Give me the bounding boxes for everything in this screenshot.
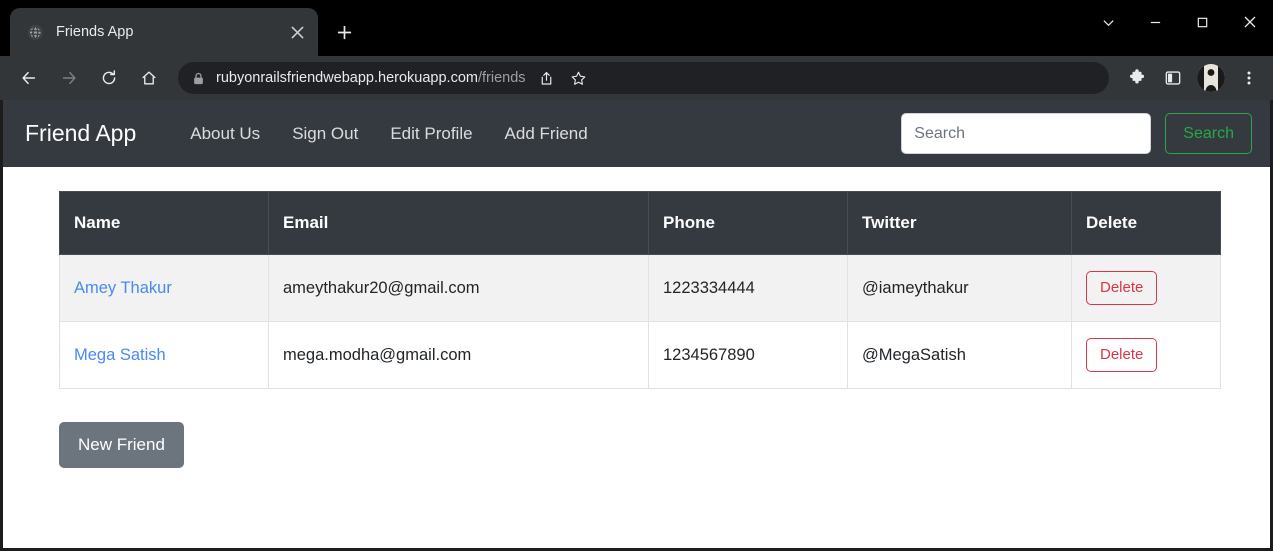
- cell-delete: Delete: [1071, 321, 1221, 389]
- address-bar[interactable]: rubyonrailsfriendwebapp.herokuapp.com/fr…: [178, 62, 1109, 94]
- column-header-phone: Phone: [648, 191, 848, 255]
- nav-link-add-friend[interactable]: Add Friend: [489, 124, 604, 144]
- cell-name: Amey Thakur: [59, 254, 269, 322]
- search-input[interactable]: [901, 113, 1152, 154]
- url-path: /friends: [477, 70, 526, 86]
- minimize-icon[interactable]: [1132, 0, 1179, 44]
- cell-phone: 1223334444: [648, 254, 848, 322]
- url-text: rubyonrailsfriendwebapp.herokuapp.com/fr…: [216, 70, 526, 86]
- cell-phone: 1234567890: [648, 321, 848, 389]
- globe-icon: [26, 23, 44, 41]
- nav-links: About Us Sign Out Edit Profile Add Frien…: [174, 124, 603, 144]
- page-viewport: Friend App About Us Sign Out Edit Profil…: [0, 100, 1273, 551]
- close-icon[interactable]: [1226, 0, 1273, 44]
- app-navbar: Friend App About Us Sign Out Edit Profil…: [3, 100, 1270, 167]
- home-icon[interactable]: [132, 61, 166, 95]
- side-panel-icon[interactable]: [1157, 61, 1189, 95]
- browser-toolbar: rubyonrailsfriendwebapp.herokuapp.com/fr…: [0, 56, 1273, 100]
- column-header-email: Email: [268, 191, 649, 255]
- table-header-row: Name Email Phone Twitter Delete: [59, 191, 1221, 255]
- cell-delete: Delete: [1071, 254, 1221, 322]
- three-dot-menu-icon[interactable]: [1233, 61, 1265, 95]
- chevron-down-icon[interactable]: [1085, 0, 1132, 44]
- search-form: Search: [901, 113, 1252, 154]
- page-content: Name Email Phone Twitter Delete Amey Tha…: [3, 167, 1270, 468]
- cell-email: mega.modha@gmail.com: [268, 321, 649, 389]
- cell-email: ameythakur20@gmail.com: [268, 254, 649, 322]
- cell-twitter: @MegaSatish: [847, 321, 1072, 389]
- tab-title: Friends App: [56, 24, 134, 40]
- column-header-delete: Delete: [1071, 191, 1221, 255]
- forward-arrow-icon: [52, 61, 86, 95]
- friend-name-link[interactable]: Amey Thakur: [74, 279, 172, 297]
- browser-window: Friends App rubyonrailsfriendwebapp.hero…: [0, 0, 1273, 551]
- reload-icon[interactable]: [92, 61, 126, 95]
- delete-button[interactable]: Delete: [1086, 338, 1158, 372]
- maximize-icon[interactable]: [1179, 0, 1226, 44]
- puzzle-piece-icon[interactable]: [1121, 61, 1153, 95]
- url-domain: rubyonrailsfriendwebapp.herokuapp.com: [216, 70, 478, 86]
- share-icon[interactable]: [532, 63, 562, 93]
- star-icon[interactable]: [564, 63, 594, 93]
- table-row[interactable]: Mega Satish mega.modha@gmail.com 1234567…: [59, 321, 1221, 389]
- brand-link[interactable]: Friend App: [25, 120, 136, 147]
- table-head: Name Email Phone Twitter Delete: [59, 191, 1221, 255]
- column-header-twitter: Twitter: [847, 191, 1072, 255]
- avatar-icon[interactable]: [1197, 64, 1225, 92]
- plus-icon[interactable]: [326, 14, 362, 50]
- friends-table: Name Email Phone Twitter Delete Amey Tha…: [59, 191, 1221, 389]
- nav-link-edit-profile[interactable]: Edit Profile: [374, 124, 488, 144]
- table-row[interactable]: Amey Thakur ameythakur20@gmail.com 12233…: [59, 254, 1221, 322]
- omnibox-actions: [532, 63, 594, 93]
- new-friend-button[interactable]: New Friend: [59, 422, 184, 468]
- column-header-name: Name: [59, 191, 269, 255]
- window-controls: [1085, 0, 1273, 44]
- browser-tab[interactable]: Friends App: [10, 8, 318, 56]
- delete-button[interactable]: Delete: [1086, 271, 1158, 305]
- cell-name: Mega Satish: [59, 321, 269, 389]
- close-icon[interactable]: [284, 19, 310, 45]
- friend-name-link[interactable]: Mega Satish: [74, 346, 166, 364]
- back-arrow-icon[interactable]: [12, 61, 46, 95]
- nav-link-about-us[interactable]: About Us: [174, 124, 276, 144]
- nav-link-sign-out[interactable]: Sign Out: [276, 124, 374, 144]
- table-body: Amey Thakur ameythakur20@gmail.com 12233…: [59, 254, 1221, 389]
- lock-icon[interactable]: [192, 72, 205, 85]
- tab-strip: Friends App: [0, 0, 1273, 56]
- cell-twitter: @iameythakur: [847, 254, 1072, 322]
- search-button[interactable]: Search: [1165, 113, 1252, 154]
